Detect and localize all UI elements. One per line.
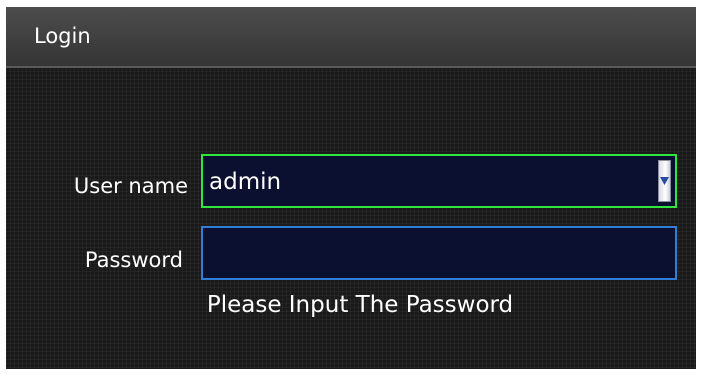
password-field[interactable]	[201, 226, 677, 280]
password-hint: Please Input The Password	[206, 292, 514, 318]
chevron-down-icon	[660, 177, 669, 185]
title-bar: Login	[6, 7, 696, 68]
login-dialog: Login User name admin Password Please In…	[6, 7, 696, 369]
dialog-title: Login	[34, 24, 91, 48]
username-select[interactable]: admin	[201, 154, 677, 208]
password-label: Password	[84, 248, 183, 272]
dropdown-button[interactable]	[658, 160, 671, 202]
username-value: admin	[209, 169, 282, 195]
username-label: User name	[73, 174, 188, 198]
